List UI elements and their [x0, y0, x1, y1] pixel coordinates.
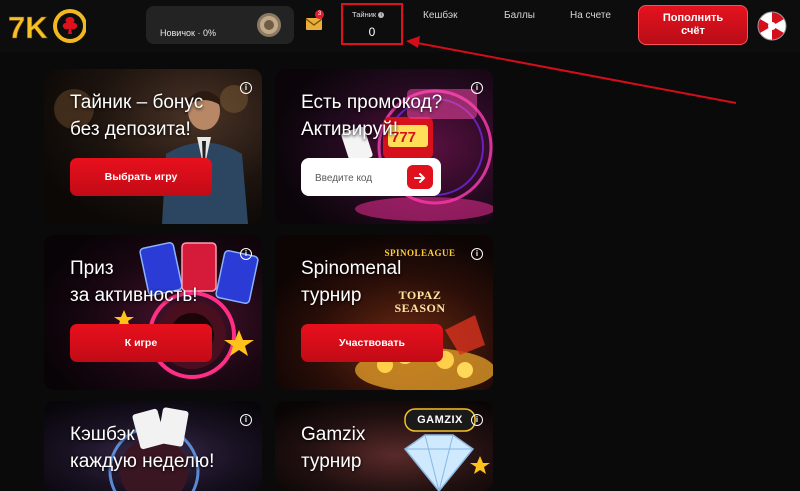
info-icon[interactable]: i: [471, 82, 483, 94]
level-progress[interactable]: Новичок · 0%: [146, 6, 294, 44]
participate-button[interactable]: Участвовать: [301, 324, 443, 362]
logo[interactable]: 7K: [6, 4, 87, 48]
card-title: Spinomenal турнир: [301, 258, 402, 306]
tab-secret-text: Тайник: [352, 10, 377, 19]
tab-cashback[interactable]: Кешбэк: [423, 10, 458, 21]
promo-card-secret[interactable]: Тайник – бонус без депозита! i Выбрать и…: [44, 69, 262, 224]
card-title: Есть промокод? Активируй!: [301, 92, 443, 140]
tab-secret-value: 0: [368, 25, 376, 39]
submit-promocode-button[interactable]: [407, 165, 433, 189]
arrow-right-icon: [414, 173, 426, 184]
info-icon: i: [378, 12, 385, 19]
info-icon[interactable]: i: [240, 414, 252, 426]
card-title: Кэшбэк каждую неделю!: [70, 424, 215, 472]
deposit-button[interactable]: Пополнить счёт: [638, 5, 748, 45]
tab-points[interactable]: Баллы: [504, 10, 535, 21]
info-icon[interactable]: i: [240, 248, 252, 260]
promo-card-gamzix[interactable]: GAMZIX Gamzix турнир i: [275, 401, 493, 491]
mail-count-badge: 3: [315, 10, 324, 19]
tab-secret[interactable]: Тайник i 0: [341, 3, 403, 45]
avatar[interactable]: [757, 11, 787, 41]
card-title: Gamzix турнир: [301, 424, 366, 472]
tab-balance[interactable]: На счете: [570, 10, 611, 21]
level-medal-icon: [257, 13, 281, 37]
logo-text: 7K: [8, 10, 48, 45]
promo-card-prize[interactable]: Приз за активность! i К игре: [44, 235, 262, 390]
level-label: Новичок · 0%: [160, 28, 216, 38]
promo-card-cashback[interactable]: Кэшбэк каждую неделю! i: [44, 401, 262, 491]
gamzix-logo: GAMZIX: [417, 414, 463, 426]
info-icon[interactable]: i: [471, 248, 483, 260]
tab-secret-label: Тайник i: [352, 10, 385, 19]
card-title: Тайник – бонус без депозита!: [70, 92, 204, 140]
promocode-input[interactable]: [313, 158, 405, 198]
promo-card-promocode[interactable]: 777 Есть промокод? Активируй! i: [275, 69, 493, 224]
info-icon[interactable]: i: [471, 414, 483, 426]
to-game-button[interactable]: К игре: [70, 324, 212, 362]
info-icon[interactable]: i: [240, 82, 252, 94]
top-header: 7K Новичок · 0% 3 Тайник i 0 Кешбэк Баллы…: [0, 0, 800, 52]
promo-card-spinomenal[interactable]: SPINOLEAGUE TOPAZ SEASON Spinomenal турн…: [275, 235, 493, 390]
card-title: Приз за активность!: [70, 258, 198, 306]
choose-game-button[interactable]: Выбрать игру: [70, 158, 212, 196]
promocode-field: [301, 158, 441, 198]
